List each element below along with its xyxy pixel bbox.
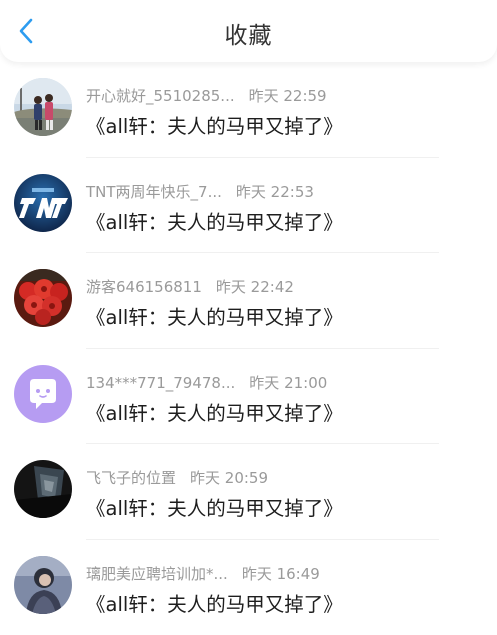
book-title[interactable]: 《all轩：夫人的马甲又掉了》 — [86, 492, 343, 521]
username: 飞飞子的位置 — [86, 469, 177, 487]
favorite-item[interactable]: 游客646156811 昨天 22:42 《all轩：夫人的马甲又掉了》 — [0, 253, 497, 349]
favorite-item[interactable]: 134***771_79478... 昨天 21:00 《all轩：夫人的马甲又掉… — [0, 349, 497, 445]
username: 游客646156811 — [86, 278, 202, 296]
book-title[interactable]: 《all轩：夫人的马甲又掉了》 — [86, 206, 343, 235]
favorites-list: 开心就好_5510285... 昨天 22:59 《all轩：夫人的马甲又掉了》 — [0, 62, 497, 635]
book-title[interactable]: 《all轩：夫人的马甲又掉了》 — [86, 110, 343, 139]
timestamp: 昨天 22:53 — [235, 182, 314, 201]
timestamp: 昨天 21:00 — [249, 373, 328, 392]
username: TNT两周年快乐_7... — [86, 182, 222, 201]
timestamp: 昨天 20:59 — [190, 469, 269, 487]
photo-avatar-two-people[interactable] — [14, 78, 72, 136]
timestamp: 昨天 22:42 — [215, 278, 294, 296]
username: 134***771_79478... — [86, 373, 236, 392]
page-title: 收藏 — [224, 23, 273, 49]
portrait-avatar[interactable] — [14, 555, 72, 614]
chat-bubble-avatar[interactable] — [14, 364, 72, 423]
book-title[interactable]: 《all轩：夫人的马甲又掉了》 — [86, 588, 343, 617]
username: 璃肥美应聘培训加*... — [86, 564, 228, 583]
top-bar: 收藏 — [0, 0, 497, 62]
timestamp: 昨天 16:49 — [241, 564, 320, 583]
favorite-item[interactable]: 开心就好_5510285... 昨天 22:59 《all轩：夫人的马甲又掉了》 — [0, 62, 497, 158]
favorite-item[interactable]: 璃肥美应聘培训加*... 昨天 16:49 《all轩：夫人的马甲又掉了》 — [0, 540, 497, 635]
dark-photo-avatar[interactable] — [14, 460, 72, 518]
username: 开心就好_5510285... — [86, 87, 235, 105]
favorite-item[interactable]: 飞飞子的位置 昨天 20:59 《all轩：夫人的马甲又掉了》 — [0, 444, 497, 540]
favorite-item[interactable]: TNT两周年快乐_7... 昨天 22:53 《all轩：夫人的马甲又掉了》 — [0, 158, 497, 254]
book-title[interactable]: 《all轩：夫人的马甲又掉了》 — [86, 301, 343, 330]
tnt-logo-avatar[interactable] — [14, 173, 72, 232]
red-flowers-avatar[interactable] — [14, 269, 72, 327]
timestamp: 昨天 22:59 — [248, 87, 327, 105]
book-title[interactable]: 《all轩：夫人的马甲又掉了》 — [86, 397, 343, 426]
